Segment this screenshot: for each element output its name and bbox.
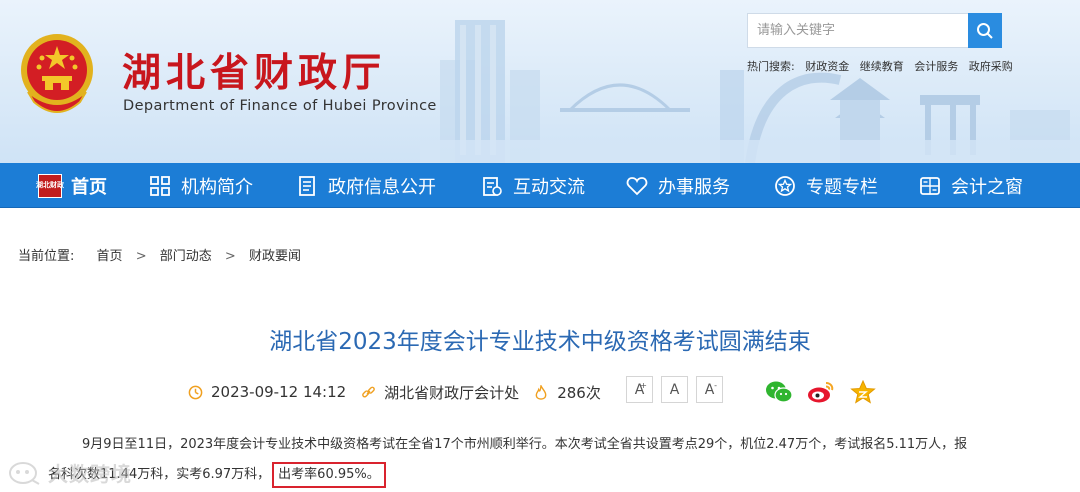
nav-item-home[interactable]: 湖北财政 首页 — [36, 163, 107, 208]
nav-item-label: 会计之窗 — [951, 176, 1023, 198]
body-line-1: 9月9日至11日，2023年度会计专业技术中级资格考试在全省17个市州顺利举行。… — [82, 437, 968, 452]
national-emblem-icon — [21, 34, 93, 113]
search-box — [747, 13, 968, 48]
nav-item-label: 政府信息公开 — [328, 176, 436, 198]
nav-item-accounting-window[interactable]: 会计之窗 — [918, 163, 1023, 208]
site-header: 湖北省财政厅 Department of Finance of Hubei Pr… — [0, 0, 1080, 163]
article-meta: 2023-09-12 14:12 湖北省财政厅会计处 286次 — [187, 379, 615, 405]
nav-item-special-topics[interactable]: 专题专栏 — [773, 163, 878, 208]
breadcrumb: 当前位置: 首页 > 部门动态 > 财政要闻 — [18, 245, 301, 264]
article-body: 9月9日至11日，2023年度会计专业技术中级资格考试在全省17个市州顺利举行。… — [48, 430, 1038, 490]
attendance-rate-highlight: 出考率60.95%。 — [272, 462, 386, 488]
watermark-text: 大数跨境 — [48, 462, 132, 486]
heart-icon — [625, 174, 649, 198]
search-icon — [977, 22, 993, 39]
publish-time-text: 2023-09-12 14:12 — [211, 383, 347, 401]
grid-icon — [148, 174, 172, 198]
hot-link-finance-fund[interactable]: 财政资金 — [805, 60, 849, 73]
hot-link-accounting-service[interactable]: 会计服务 — [914, 60, 958, 73]
star-circle-icon — [773, 174, 797, 198]
hot-search-label: 热门搜索: — [747, 60, 795, 73]
flame-icon — [533, 384, 549, 400]
qzone-star-icon[interactable] — [849, 378, 877, 406]
nav-item-label: 办事服务 — [658, 176, 730, 198]
site-title: 湖北省财政厅 — [122, 50, 387, 96]
font-default-button[interactable]: A — [661, 376, 688, 403]
weibo-icon[interactable] — [807, 378, 835, 406]
font-increase-button[interactable]: A + — [626, 376, 653, 403]
watermark-logo-icon — [9, 461, 40, 485]
hot-search: 热门搜索: 财政资金 继续教育 会计服务 政府采购 — [747, 58, 1020, 74]
breadcrumb-separator: > — [224, 249, 236, 264]
site-subtitle: Department of Finance of Hubei Province — [123, 98, 437, 114]
publish-time: 2023-09-12 14:12 — [187, 383, 346, 401]
body-line-2: 名科次数11.44万科，实考6.97万科， 出考率60.95%。 — [48, 460, 1038, 490]
font-decrease-button[interactable]: A- — [696, 376, 723, 403]
wechat-icon[interactable] — [765, 378, 793, 406]
nav-item-label: 机构简介 — [181, 176, 253, 198]
nav-item-about[interactable]: 机构简介 — [148, 163, 253, 208]
view-count: 286次 — [533, 382, 601, 403]
home-badge-icon: 湖北财政 — [36, 173, 64, 198]
font-size-controls: A + A A- — [626, 376, 731, 403]
clipboard-icon — [480, 174, 504, 198]
document-icon — [295, 174, 319, 198]
view-count-text: 286次 — [557, 383, 601, 402]
nav-item-services[interactable]: 办事服务 — [625, 163, 730, 208]
search-button[interactable] — [968, 13, 1002, 48]
breadcrumb-separator: > — [135, 249, 147, 264]
search-input[interactable] — [748, 14, 968, 47]
nav-item-interaction[interactable]: 互动交流 — [480, 163, 585, 208]
main-nav: 湖北财政 首页 机构简介 政府信息公开 互动交流 办事服务 专题专栏 会计之窗 — [0, 163, 1080, 208]
breadcrumb-item-dept-news[interactable]: 部门动态 — [160, 249, 212, 264]
calculator-icon — [918, 174, 942, 198]
share-bar — [765, 378, 891, 406]
article-title: 湖北省2023年度会计专业技术中级资格考试圆满结束 — [269, 329, 811, 355]
clock-icon — [187, 384, 203, 400]
link-icon — [360, 384, 376, 400]
hot-link-government-procurement[interactable]: 政府采购 — [969, 60, 1013, 73]
nav-item-label: 专题专栏 — [806, 176, 878, 198]
nav-item-gov-info[interactable]: 政府信息公开 — [295, 163, 436, 208]
watermark: 大数跨境 — [8, 458, 132, 487]
breadcrumb-label: 当前位置: — [18, 249, 75, 264]
hot-link-continuing-education[interactable]: 继续教育 — [860, 60, 904, 73]
article-source-text: 湖北省财政厅会计处 — [384, 383, 520, 402]
breadcrumb-item-home[interactable]: 首页 — [97, 249, 123, 264]
nav-item-label: 首页 — [71, 176, 107, 198]
nav-item-label: 互动交流 — [513, 176, 585, 198]
breadcrumb-item-finance-news[interactable]: 财政要闻 — [249, 249, 301, 264]
article-source: 湖北省财政厅会计处 — [360, 382, 519, 403]
